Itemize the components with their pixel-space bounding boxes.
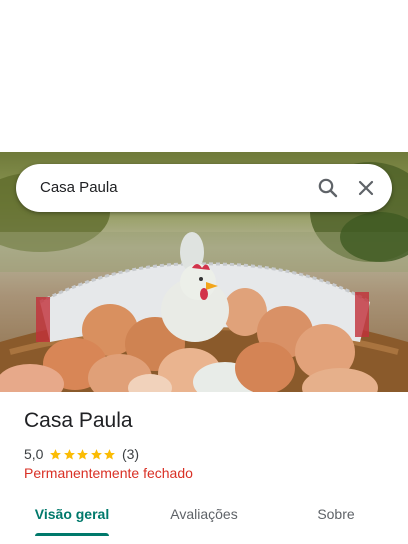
review-count[interactable]: (3) [122,446,139,462]
tab-reviews[interactable]: Avaliações [154,500,254,528]
rating-row[interactable]: 5,0 (3) [24,445,139,463]
tab-about[interactable]: Sobre [296,500,376,528]
star-icon [64,448,75,459]
tab-selected-indicator [35,533,109,536]
star-rating [49,448,117,461]
tab-bar: Visão geral Avaliações Sobre [0,500,408,536]
star-icon [50,448,62,459]
search-bar[interactable]: Casa Paula [16,164,392,212]
search-icon[interactable] [316,176,340,200]
close-icon[interactable] [354,176,378,200]
star-icon [77,448,89,459]
map-area-blank [0,0,408,152]
star-icon [104,448,116,459]
place-info-panel: Casa Paula 5,0 (3) Permanentemente fecha… [0,392,408,544]
search-input[interactable]: Casa Paula [40,164,118,212]
rating-value: 5,0 [24,446,44,462]
place-title: Casa Paula [24,409,133,432]
status-closed: Permanentemente fechado [24,465,193,481]
star-icon [91,448,102,459]
tab-overview[interactable]: Visão geral [24,500,120,528]
